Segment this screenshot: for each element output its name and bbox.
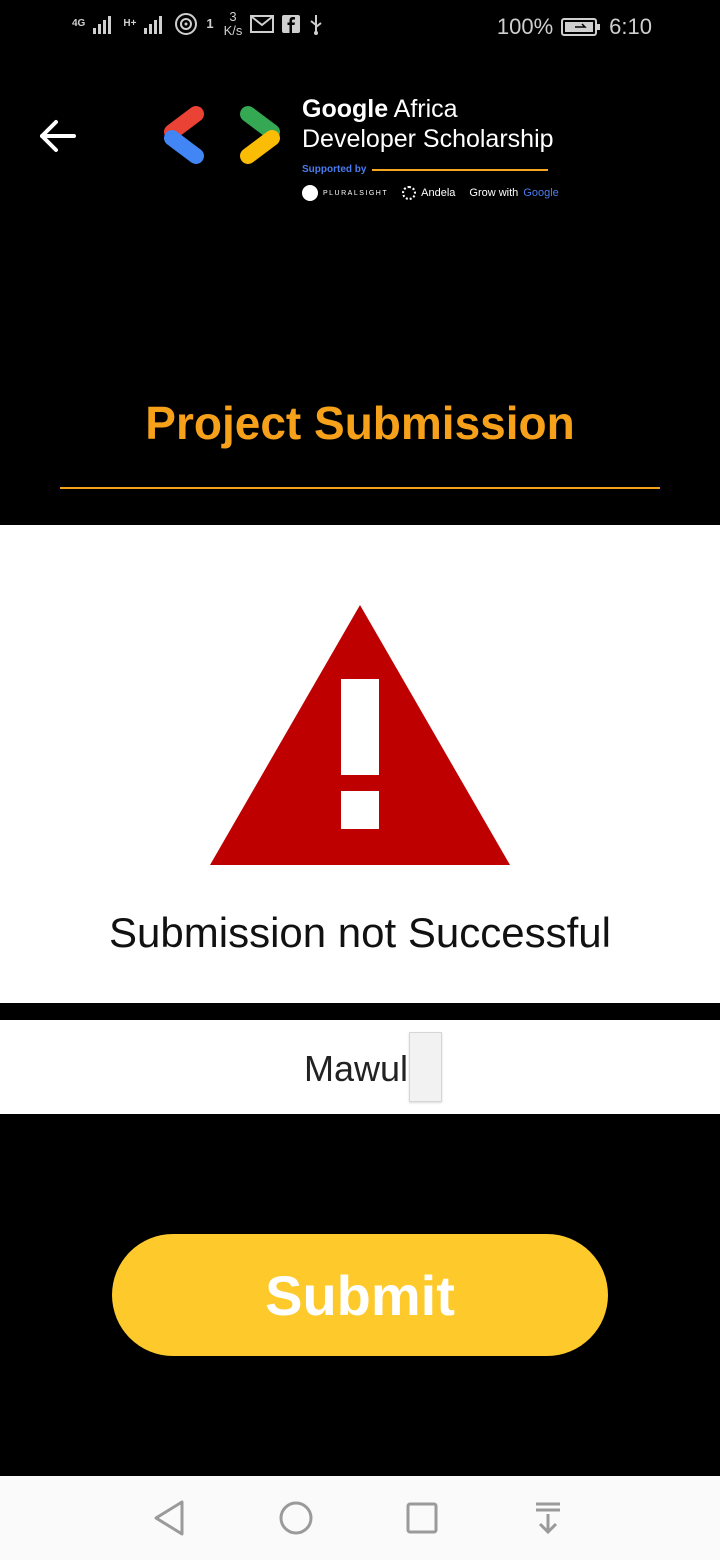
- andela-icon: [402, 186, 417, 200]
- supported-by-row: Supported by: [302, 164, 548, 175]
- hotspot-icon: [175, 13, 198, 35]
- hotspot-count: 1: [206, 16, 214, 31]
- submit-button[interactable]: Submit: [112, 1234, 608, 1356]
- status-bar: 4G H+ 1 3 K/s 100% 6:10: [0, 0, 720, 56]
- result-message: Submission not Successful: [109, 909, 611, 956]
- result-card: Submission not Successful: [0, 525, 720, 1003]
- grow-with-google-logo: Grow with Google: [469, 187, 559, 199]
- usb-icon: [310, 15, 323, 35]
- network-speed: 3 K/s: [224, 10, 243, 38]
- status-left: 4G H+ 1 3 K/s: [72, 10, 324, 38]
- status-right: 100% 6:10: [497, 14, 652, 40]
- supported-by-label: Supported by: [302, 164, 367, 175]
- partner-logos: PLURALSIGHT Andela Grow with Google: [302, 185, 559, 201]
- brand-line-1: Google Africa: [302, 95, 458, 123]
- speed-value: 3: [229, 9, 237, 24]
- warning-icon: [210, 605, 510, 865]
- brand-line-2: Developer Scholarship: [302, 125, 554, 153]
- pluralsight-logo: PLURALSIGHT: [302, 185, 388, 201]
- home-circle-icon[interactable]: [276, 1498, 316, 1538]
- signal-icon-2: [144, 16, 163, 34]
- scholarship-branding: Google Africa Developer Scholarship Supp…: [302, 94, 559, 201]
- system-nav-bar: [0, 1476, 720, 1560]
- clock: 6:10: [609, 14, 652, 39]
- title-divider: [60, 487, 660, 489]
- signal-icon: [93, 16, 112, 34]
- network-type-1: 4G: [72, 18, 86, 29]
- battery-icon: [561, 18, 601, 36]
- name-display[interactable]: Mawuli: [0, 1020, 720, 1114]
- name-value: Mawuli: [303, 1048, 417, 1089]
- pluralsight-icon: [302, 185, 318, 201]
- supported-divider: [372, 168, 548, 171]
- page-title: Project Submission: [145, 397, 575, 449]
- recents-square-icon[interactable]: [402, 1498, 442, 1538]
- back-triangle-icon[interactable]: [150, 1498, 190, 1538]
- mail-icon: [250, 15, 275, 33]
- notification-pulldown-icon[interactable]: [528, 1498, 568, 1538]
- battery-percent: 100%: [496, 14, 554, 39]
- google-developers-logo: [164, 106, 280, 164]
- app-header: Google Africa Developer Scholarship Supp…: [0, 56, 720, 526]
- text-cursor-handle[interactable]: [409, 1032, 442, 1102]
- facebook-icon: [282, 15, 301, 33]
- back-arrow-icon[interactable]: [36, 114, 80, 158]
- andela-logo: Andela: [402, 186, 455, 200]
- speed-unit: K/s: [223, 23, 243, 38]
- network-type-2: H+: [123, 18, 137, 29]
